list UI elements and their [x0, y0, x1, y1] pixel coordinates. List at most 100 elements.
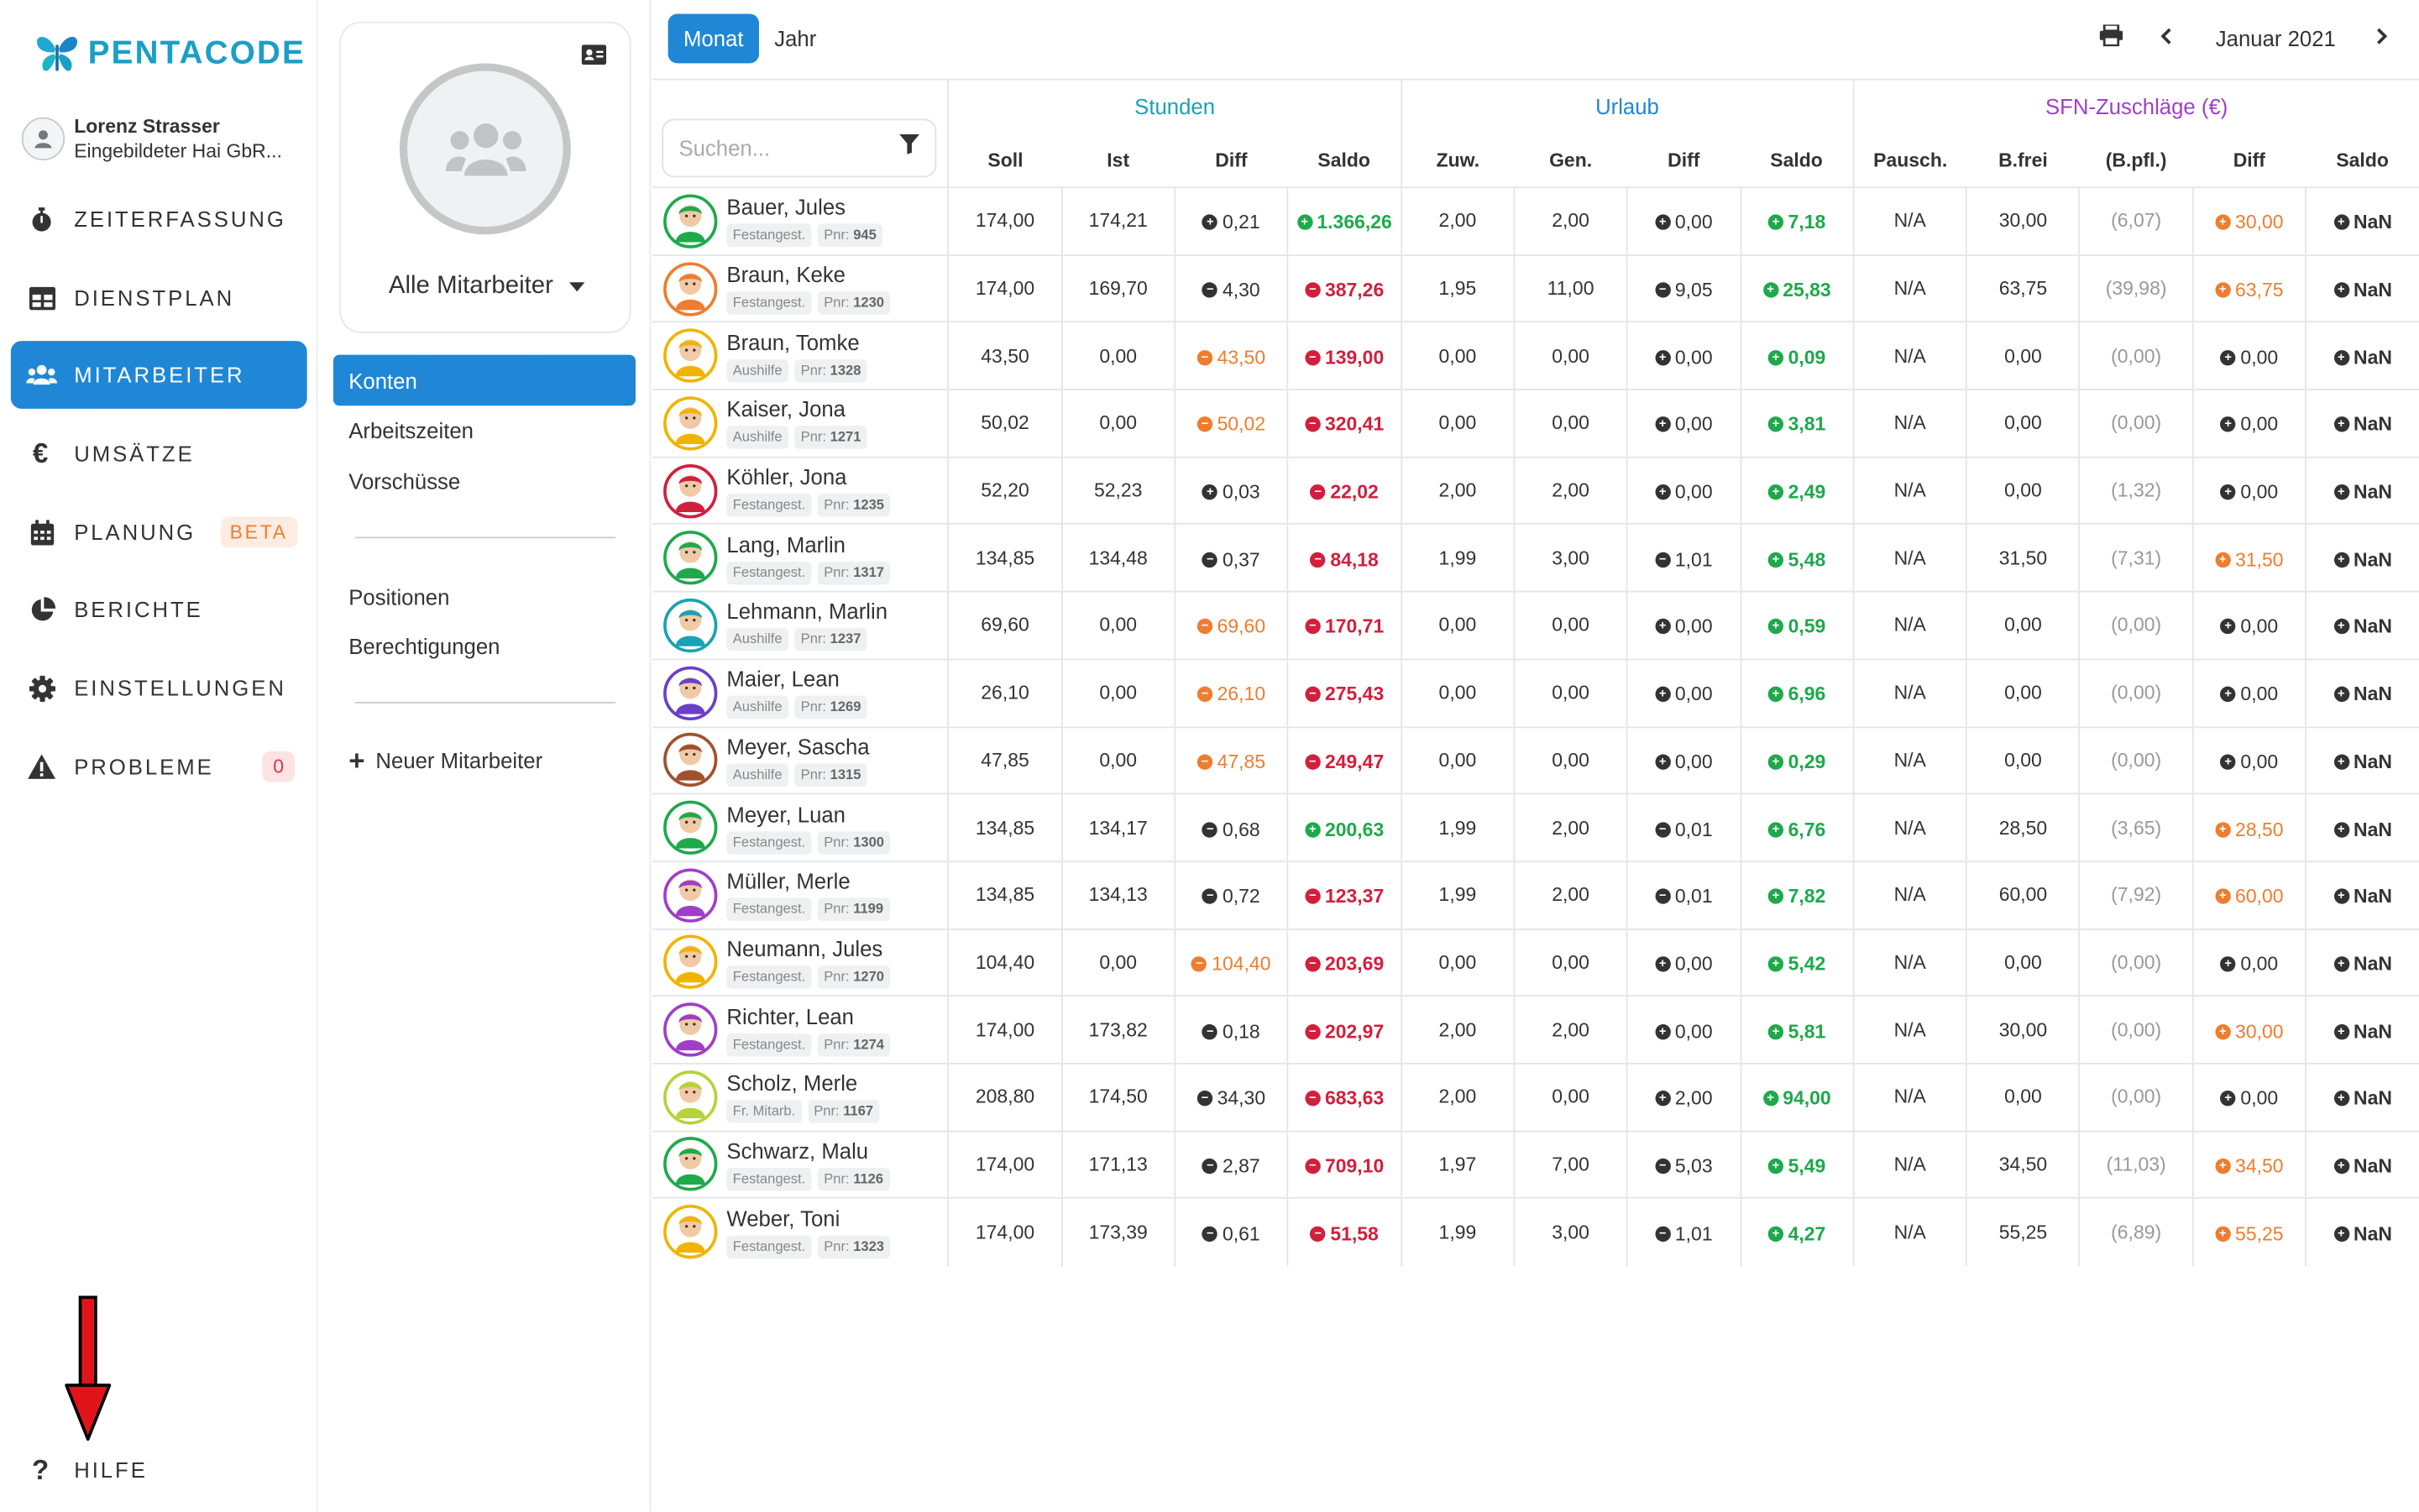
table-row[interactable]: Meyer, Sascha Aushilfe Pnr: 1315 47,85 0…	[652, 725, 2419, 794]
pnr-label: Pnr:	[824, 1238, 850, 1254]
id-card-icon[interactable]	[581, 44, 607, 72]
nav-einstellungen[interactable]: EINSTELLUNGEN	[11, 654, 307, 722]
plus-circle-icon: +	[2220, 619, 2236, 636]
soll-cell: 69,60	[947, 590, 1062, 660]
table-row[interactable]: Lehmann, Marlin Aushilfe Pnr: 1237 69,60…	[652, 590, 2419, 660]
user-profile[interactable]: Lorenz Strasser Eingebildeter Hai GbR...	[21, 114, 306, 164]
nav-zeiterfassung[interactable]: ZEITERFASSUNG	[11, 185, 307, 253]
table-row[interactable]: Neumann, Jules Festangest. Pnr: 1270 104…	[652, 928, 2419, 997]
col-gen[interactable]: Gen.	[1514, 133, 1627, 187]
diff-value: 43,50	[1217, 346, 1266, 369]
plus-circle-icon: +	[1767, 1023, 1784, 1039]
table-row[interactable]: Braun, Keke Festangest. Pnr: 1230 174,00…	[652, 254, 2419, 322]
col-zuw[interactable]: Zuw.	[1400, 133, 1515, 188]
bpfl-cell: (39,98)	[2078, 254, 2193, 322]
saldo-value: 320,41	[1324, 414, 1385, 436]
soll-cell: 174,00	[947, 186, 1062, 255]
table-row[interactable]: Bauer, Jules Festangest. Pnr: 945 174,00…	[652, 186, 2419, 255]
urlaub-saldo-value: 5,81	[1788, 1020, 1826, 1043]
employee-cell[interactable]: Bauer, Jules Festangest. Pnr: 945	[652, 186, 949, 255]
chevron-right-icon[interactable]	[2376, 24, 2389, 52]
subnav-arbeitszeiten[interactable]: Arbeitszeiten	[333, 404, 636, 455]
table-row[interactable]: Meyer, Luan Festangest. Pnr: 1300 134,85…	[652, 793, 2419, 861]
subnav-vorschuesse[interactable]: Vorschüsse	[333, 455, 636, 506]
urlaub-diff-value: 2,00	[1674, 1087, 1713, 1110]
nav-planung[interactable]: PLANUNG BETA	[11, 498, 307, 566]
employee-cell[interactable]: Braun, Tomke Aushilfe Pnr: 1328	[652, 321, 949, 390]
urlaub-saldo-value: 7,82	[1788, 886, 1826, 908]
table-row[interactable]: Lang, Marlin Festangest. Pnr: 1317 134,8…	[652, 523, 2419, 592]
employee-cell[interactable]: Lang, Marlin Festangest. Pnr: 1317	[652, 523, 949, 592]
table-row[interactable]: Müller, Merle Festangest. Pnr: 1199 134,…	[652, 861, 2419, 929]
table-row[interactable]: Kaiser, Jona Aushilfe Pnr: 1271 50,02 0,…	[652, 389, 2419, 458]
subnav-konten[interactable]: Konten	[332, 354, 636, 406]
chevron-left-icon[interactable]	[2160, 24, 2173, 52]
current-period: Januar 2021	[2215, 26, 2336, 51]
employee-group-dropdown[interactable]: Alle Mitarbeiter	[341, 273, 632, 301]
nav-probleme[interactable]: PROBLEME 0	[11, 733, 307, 801]
nav-label: DIENSTPLAN	[74, 285, 235, 311]
logo[interactable]: PENTACODE	[34, 31, 306, 77]
subnav-positionen[interactable]: Positionen	[333, 571, 636, 622]
col-ist[interactable]: Ist	[1061, 133, 1175, 187]
urlaub-saldo-value: 5,49	[1788, 1155, 1826, 1177]
employee-cell[interactable]: Neumann, Jules Festangest. Pnr: 1270	[652, 928, 949, 997]
employee-cell[interactable]: Meyer, Luan Festangest. Pnr: 1300	[652, 793, 949, 861]
table-row[interactable]: Scholz, Merle Fr. Mitarb. Pnr: 1167 208,…	[652, 1062, 2419, 1132]
employee-cell[interactable]: Braun, Keke Festangest. Pnr: 1230	[652, 254, 949, 322]
employee-cell[interactable]: Müller, Merle Festangest. Pnr: 1199	[652, 861, 949, 929]
col-pausch[interactable]: Pausch.	[1852, 133, 1967, 188]
search-input[interactable]	[678, 135, 880, 161]
col-bfrei[interactable]: B.frei	[1966, 133, 2080, 187]
filter-icon[interactable]	[899, 133, 920, 162]
table-row[interactable]: Braun, Tomke Aushilfe Pnr: 1328 43,50 0,…	[652, 321, 2419, 390]
nav-hilfe[interactable]: ? HILFE	[11, 1436, 307, 1504]
accounts-table: Stunden Urlaub SFN-Zuschläge (€) Soll Is…	[652, 78, 2419, 1266]
col-urlaub-saldo[interactable]: Saldo	[1741, 133, 1854, 187]
diff-cell: −104,40	[1174, 928, 1288, 997]
table-row[interactable]: Köhler, Jona Festangest. Pnr: 1235 52,20…	[652, 456, 2419, 525]
employee-cell[interactable]: Kaiser, Jona Aushilfe Pnr: 1271	[652, 389, 949, 458]
table-row[interactable]: Richter, Lean Festangest. Pnr: 1274 174,…	[652, 995, 2419, 1064]
col-soll[interactable]: Soll	[947, 133, 1062, 188]
col-saldo[interactable]: Saldo	[1288, 133, 1401, 187]
employee-cell[interactable]: Maier, Lean Aushilfe Pnr: 1269	[652, 658, 949, 727]
employee-name: Weber, Toni	[726, 1206, 840, 1232]
col-sfn-saldo[interactable]: Saldo	[2306, 133, 2419, 187]
employee-cell[interactable]: Richter, Lean Festangest. Pnr: 1274	[652, 995, 949, 1064]
sfn-saldo-value: NaN	[2354, 548, 2393, 571]
ist-cell: 52,23	[1060, 456, 1175, 525]
table-row[interactable]: Maier, Lean Aushilfe Pnr: 1269 26,10 0,0…	[652, 658, 2419, 727]
group-avatar	[399, 63, 571, 235]
employee-cell[interactable]: Köhler, Jona Festangest. Pnr: 1235	[652, 456, 949, 525]
employee-cell[interactable]: Scholz, Merle Fr. Mitarb. Pnr: 1167	[652, 1062, 949, 1132]
plus-circle-icon: +	[1767, 1226, 1784, 1242]
pnr-value: 1323	[853, 1238, 885, 1254]
col-bpfl[interactable]: (B.pfl.)	[2080, 133, 2193, 187]
pausch-cell: N/A	[1852, 793, 1967, 861]
subnav-berechtigungen[interactable]: Berechtigungen	[333, 620, 636, 672]
col-urlaub-diff[interactable]: Diff	[1627, 133, 1741, 187]
month-button[interactable]: Monat	[668, 13, 759, 64]
employee-cell[interactable]: Meyer, Sascha Aushilfe Pnr: 1315	[652, 725, 949, 794]
year-button[interactable]: Jahr	[759, 14, 832, 64]
col-sfn-diff[interactable]: Diff	[2192, 133, 2306, 187]
col-diff[interactable]: Diff	[1175, 133, 1288, 187]
print-icon[interactable]	[2099, 23, 2123, 53]
sfn-diff-cell: +30,00	[2191, 186, 2306, 255]
nav-dienstplan[interactable]: DIENSTPLAN	[11, 264, 307, 332]
sfn-diff-value: 0,00	[2240, 615, 2279, 638]
soll-cell: 134,85	[947, 523, 1062, 592]
employee-cell[interactable]: Weber, Toni Festangest. Pnr: 1323	[652, 1197, 949, 1266]
new-employee-button[interactable]: + Neuer Mitarbeiter	[333, 735, 636, 786]
employee-cell[interactable]: Lehmann, Marlin Aushilfe Pnr: 1237	[652, 590, 949, 660]
urlaub-diff-value: 0,00	[1674, 212, 1713, 234]
employee-cell[interactable]: Schwarz, Malu Festangest. Pnr: 1126	[652, 1130, 949, 1199]
table-row[interactable]: Weber, Toni Festangest. Pnr: 1323 174,00…	[652, 1197, 2419, 1266]
sfn-diff-value: 34,50	[2235, 1155, 2284, 1177]
nav-berichte[interactable]: BERICHTE	[11, 575, 307, 643]
nav-umsaetze[interactable]: € UMSÄTZE	[11, 420, 307, 488]
table-row[interactable]: Schwarz, Malu Festangest. Pnr: 1126 174,…	[652, 1130, 2419, 1199]
minus-circle-icon: −	[1196, 619, 1213, 636]
nav-mitarbeiter[interactable]: MITARBEITER	[10, 341, 307, 409]
